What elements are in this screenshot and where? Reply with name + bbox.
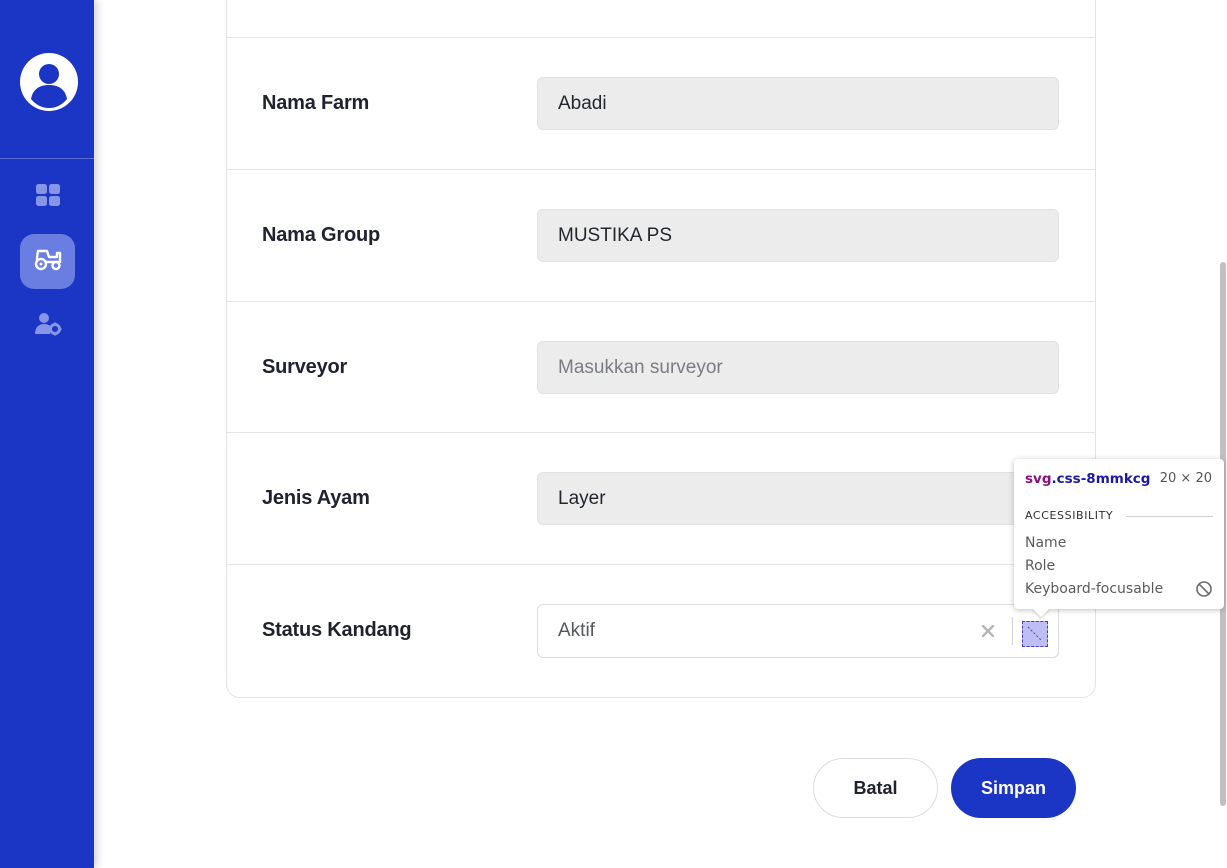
tooltip-tag: svg xyxy=(1025,471,1052,487)
field-label: Surveyor xyxy=(262,356,348,378)
tooltip-element-title: svg.css-8mmkcg xyxy=(1025,471,1150,487)
sidebar-item-farm[interactable] xyxy=(20,234,75,289)
tooltip-arrow xyxy=(1032,608,1050,617)
tooltip-class: .css-8mmkcg xyxy=(1051,471,1151,487)
surveyor-input[interactable] xyxy=(537,341,1059,394)
select-value: Aktif xyxy=(558,620,595,641)
tooltip-section-title: ACCESSIBILITY xyxy=(1025,509,1114,522)
form-row-status-kandang: Status Kandang Aktif xyxy=(227,564,1095,696)
nama-group-input[interactable] xyxy=(537,209,1059,262)
tooltip-row-keyboard-focusable: Keyboard-focusable xyxy=(1025,581,1164,597)
jenis-ayam-input[interactable] xyxy=(537,472,1059,525)
indicator-separator xyxy=(1012,617,1013,645)
sidebar xyxy=(0,0,94,868)
tooltip-size: 20 × 20 xyxy=(1159,471,1212,486)
dashboard-grid-icon xyxy=(35,183,61,212)
form-row-nama-farm: Nama Farm xyxy=(227,37,1095,169)
form-row-jenis-ayam: Jenis Ayam xyxy=(227,432,1095,564)
status-kandang-select[interactable]: Aktif xyxy=(537,604,1059,658)
nama-farm-input[interactable] xyxy=(537,77,1059,130)
field-label: Nama Group xyxy=(262,224,381,246)
form-row-nama-group: Nama Group xyxy=(227,169,1095,301)
sidebar-item-user-settings[interactable] xyxy=(20,299,75,354)
save-button[interactable]: Simpan xyxy=(951,758,1076,818)
user-settings-icon xyxy=(34,312,62,341)
not-allowed-icon xyxy=(1195,580,1213,598)
field-label: Status Kandang xyxy=(262,619,412,641)
clear-icon[interactable] xyxy=(978,621,998,641)
sidebar-item-dashboard[interactable] xyxy=(20,170,75,225)
chevron-down-icon[interactable] xyxy=(1022,621,1048,647)
field-label: Nama Farm xyxy=(262,92,370,114)
form-row-surveyor: Surveyor xyxy=(227,301,1095,433)
tooltip-row-role: Role xyxy=(1025,558,1056,574)
tooltip-divider xyxy=(1126,516,1213,517)
tooltip-row-name: Name xyxy=(1025,535,1067,551)
tractor-icon xyxy=(33,247,63,276)
user-avatar-icon[interactable] xyxy=(20,53,78,111)
devtools-inspect-tooltip: svg.css-8mmkcg 20 × 20 ACCESSIBILITY Nam… xyxy=(1014,459,1224,617)
field-label: Jenis Ayam xyxy=(262,487,370,509)
sidebar-divider xyxy=(0,158,94,159)
cancel-button[interactable]: Batal xyxy=(813,758,938,818)
